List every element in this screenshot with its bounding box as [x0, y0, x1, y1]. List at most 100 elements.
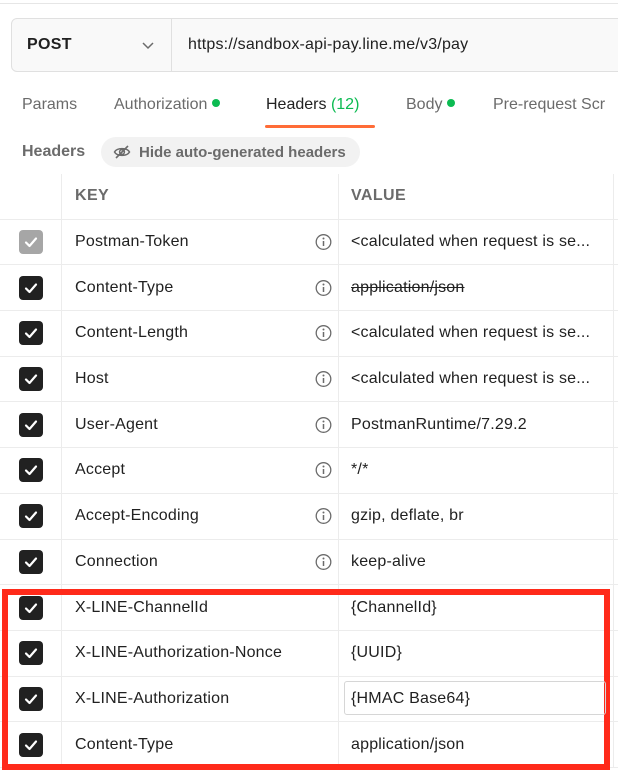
row-check-cell	[0, 265, 62, 311]
header-key-cell[interactable]: Content-Type	[62, 265, 339, 311]
table-row: User-Agent PostmanRuntime/7.29.2	[0, 402, 618, 449]
header-key: X-LINE-Authorization	[75, 689, 230, 707]
tab-count-badge: (12)	[330, 96, 360, 113]
row-check-cell	[0, 539, 62, 585]
header-key-cell[interactable]: User-Agent	[62, 402, 339, 448]
hide-auto-generated-headers-button[interactable]: Hide auto-generated headers	[101, 137, 360, 167]
table-row: Content-Type application/json	[0, 722, 618, 768]
checkmark-icon	[24, 420, 37, 430]
header-key-cell[interactable]: Connection	[62, 539, 339, 585]
tab-headers[interactable]: Headers (12)	[266, 96, 359, 114]
header-value-cell[interactable]: application/json	[339, 722, 614, 767]
header-value-cell[interactable]: {HMAC Base64}	[339, 676, 614, 722]
info-icon[interactable]	[315, 279, 332, 296]
row-checkbox[interactable]	[18, 412, 43, 437]
tab-label: Body	[406, 96, 443, 113]
row-checkbox[interactable]	[18, 321, 43, 346]
info-icon[interactable]	[315, 462, 332, 479]
info-icon[interactable]	[315, 553, 332, 570]
table-row: Connection keep-alive	[0, 539, 618, 586]
checkmark-icon	[24, 328, 37, 339]
table-row: Content-Length <calculated when request i…	[0, 311, 618, 357]
table-row: X-LINE-Authorization {HMAC Base64}	[0, 676, 618, 723]
header-value-cell[interactable]: <calculated when request is se...	[339, 356, 614, 402]
header-value-cell[interactable]: {ChannelId}	[339, 585, 614, 630]
header-key-cell[interactable]: Accept	[62, 448, 339, 493]
header-value-cell[interactable]: {UUID}	[339, 630, 614, 676]
table-header-check-cell	[0, 174, 62, 219]
info-icon[interactable]	[315, 508, 332, 525]
info-icon[interactable]	[315, 371, 332, 388]
table-row: X-LINE-ChannelId {ChannelId}	[0, 585, 618, 631]
header-value-cell[interactable]: */*	[339, 448, 614, 493]
row-checkbox[interactable]	[18, 504, 43, 529]
header-key-cell[interactable]: X-LINE-Authorization	[62, 676, 339, 722]
tab-params[interactable]: Params	[22, 96, 77, 114]
tab-label: Pre-request Scr	[493, 96, 606, 113]
row-checkbox[interactable]	[18, 641, 43, 666]
header-value: {HMAC Base64}	[351, 689, 471, 707]
row-checkbox[interactable]	[18, 549, 43, 574]
checkmark-icon	[24, 694, 37, 705]
row-checkbox[interactable]	[18, 275, 43, 300]
method-select[interactable]: POST	[12, 19, 172, 71]
header-key-cell[interactable]: X-LINE-ChannelId	[62, 585, 339, 630]
row-check-cell	[0, 722, 62, 767]
url-input[interactable]: https://sandbox-api-pay.line.me/v3/pay	[172, 36, 468, 54]
header-value-cell[interactable]: <calculated when request is se...	[339, 311, 614, 356]
tab-authorization[interactable]: Authorization	[114, 96, 221, 114]
header-key-cell[interactable]: Content-Type	[62, 722, 339, 767]
header-value-cell[interactable]: gzip, deflate, br	[339, 493, 614, 539]
row-checkbox[interactable]	[18, 367, 43, 392]
eye-off-icon	[113, 145, 131, 159]
table-row: Content-Type application/json	[0, 265, 618, 312]
info-icon[interactable]	[315, 325, 332, 342]
header-key: Host	[75, 370, 109, 388]
hide-button-label: Hide auto-generated headers	[139, 143, 346, 161]
header-key: Content-Type	[75, 735, 174, 753]
tab-body[interactable]: Body	[406, 96, 456, 114]
header-value: <calculated when request is se...	[351, 324, 591, 342]
header-key: Content-Type	[75, 278, 174, 296]
header-value: {UUID}	[351, 644, 402, 662]
header-value: {ChannelId}	[351, 598, 437, 616]
row-checkbox[interactable]	[18, 595, 43, 620]
table-row: X-LINE-Authorization-Nonce {UUID}	[0, 630, 618, 677]
table-header-row: KEY VALUE	[0, 174, 618, 220]
row-check-cell	[0, 402, 62, 448]
info-icon[interactable]	[315, 416, 332, 433]
checkmark-icon	[24, 237, 37, 248]
row-checkbox[interactable]	[18, 686, 43, 711]
status-dot-icon	[212, 99, 221, 107]
checkmark-icon	[24, 602, 37, 613]
checkmark-icon	[24, 511, 37, 522]
row-check-cell	[0, 630, 62, 676]
header-value: application/json	[351, 735, 465, 753]
header-value: <calculated when request is se...	[351, 370, 591, 388]
header-value: gzip, deflate, br	[351, 507, 464, 525]
row-checkbox	[18, 230, 43, 255]
header-value-cell[interactable]: application/json	[339, 265, 614, 311]
header-value: */*	[351, 461, 369, 479]
top-divider	[0, 0, 618, 4]
header-key: Connection	[75, 552, 158, 570]
tab-pre-request-script[interactable]: Pre-request Scr	[493, 96, 605, 114]
header-key-cell[interactable]: Content-Length	[62, 311, 339, 356]
header-value-cell[interactable]: <calculated when request is se...	[339, 219, 614, 265]
info-icon[interactable]	[315, 234, 332, 251]
header-key-cell[interactable]: Accept-Encoding	[62, 493, 339, 539]
checkmark-icon	[24, 648, 37, 659]
header-key-cell[interactable]: Postman-Token	[62, 219, 339, 265]
row-check-cell	[0, 493, 62, 539]
header-key-cell[interactable]: Host	[62, 356, 339, 402]
header-value-cell[interactable]: PostmanRuntime/7.29.2	[339, 402, 614, 448]
header-key: Content-Length	[75, 324, 189, 342]
header-key-cell[interactable]: X-LINE-Authorization-Nonce	[62, 630, 339, 676]
row-checkbox[interactable]	[18, 732, 43, 757]
header-key: Postman-Token	[75, 233, 189, 251]
row-check-cell	[0, 448, 62, 493]
headers-table: KEY VALUE Postman-Token <calculated when …	[0, 174, 618, 768]
row-check-cell	[0, 676, 62, 722]
row-checkbox[interactable]	[18, 458, 43, 483]
header-value-cell[interactable]: keep-alive	[339, 539, 614, 585]
